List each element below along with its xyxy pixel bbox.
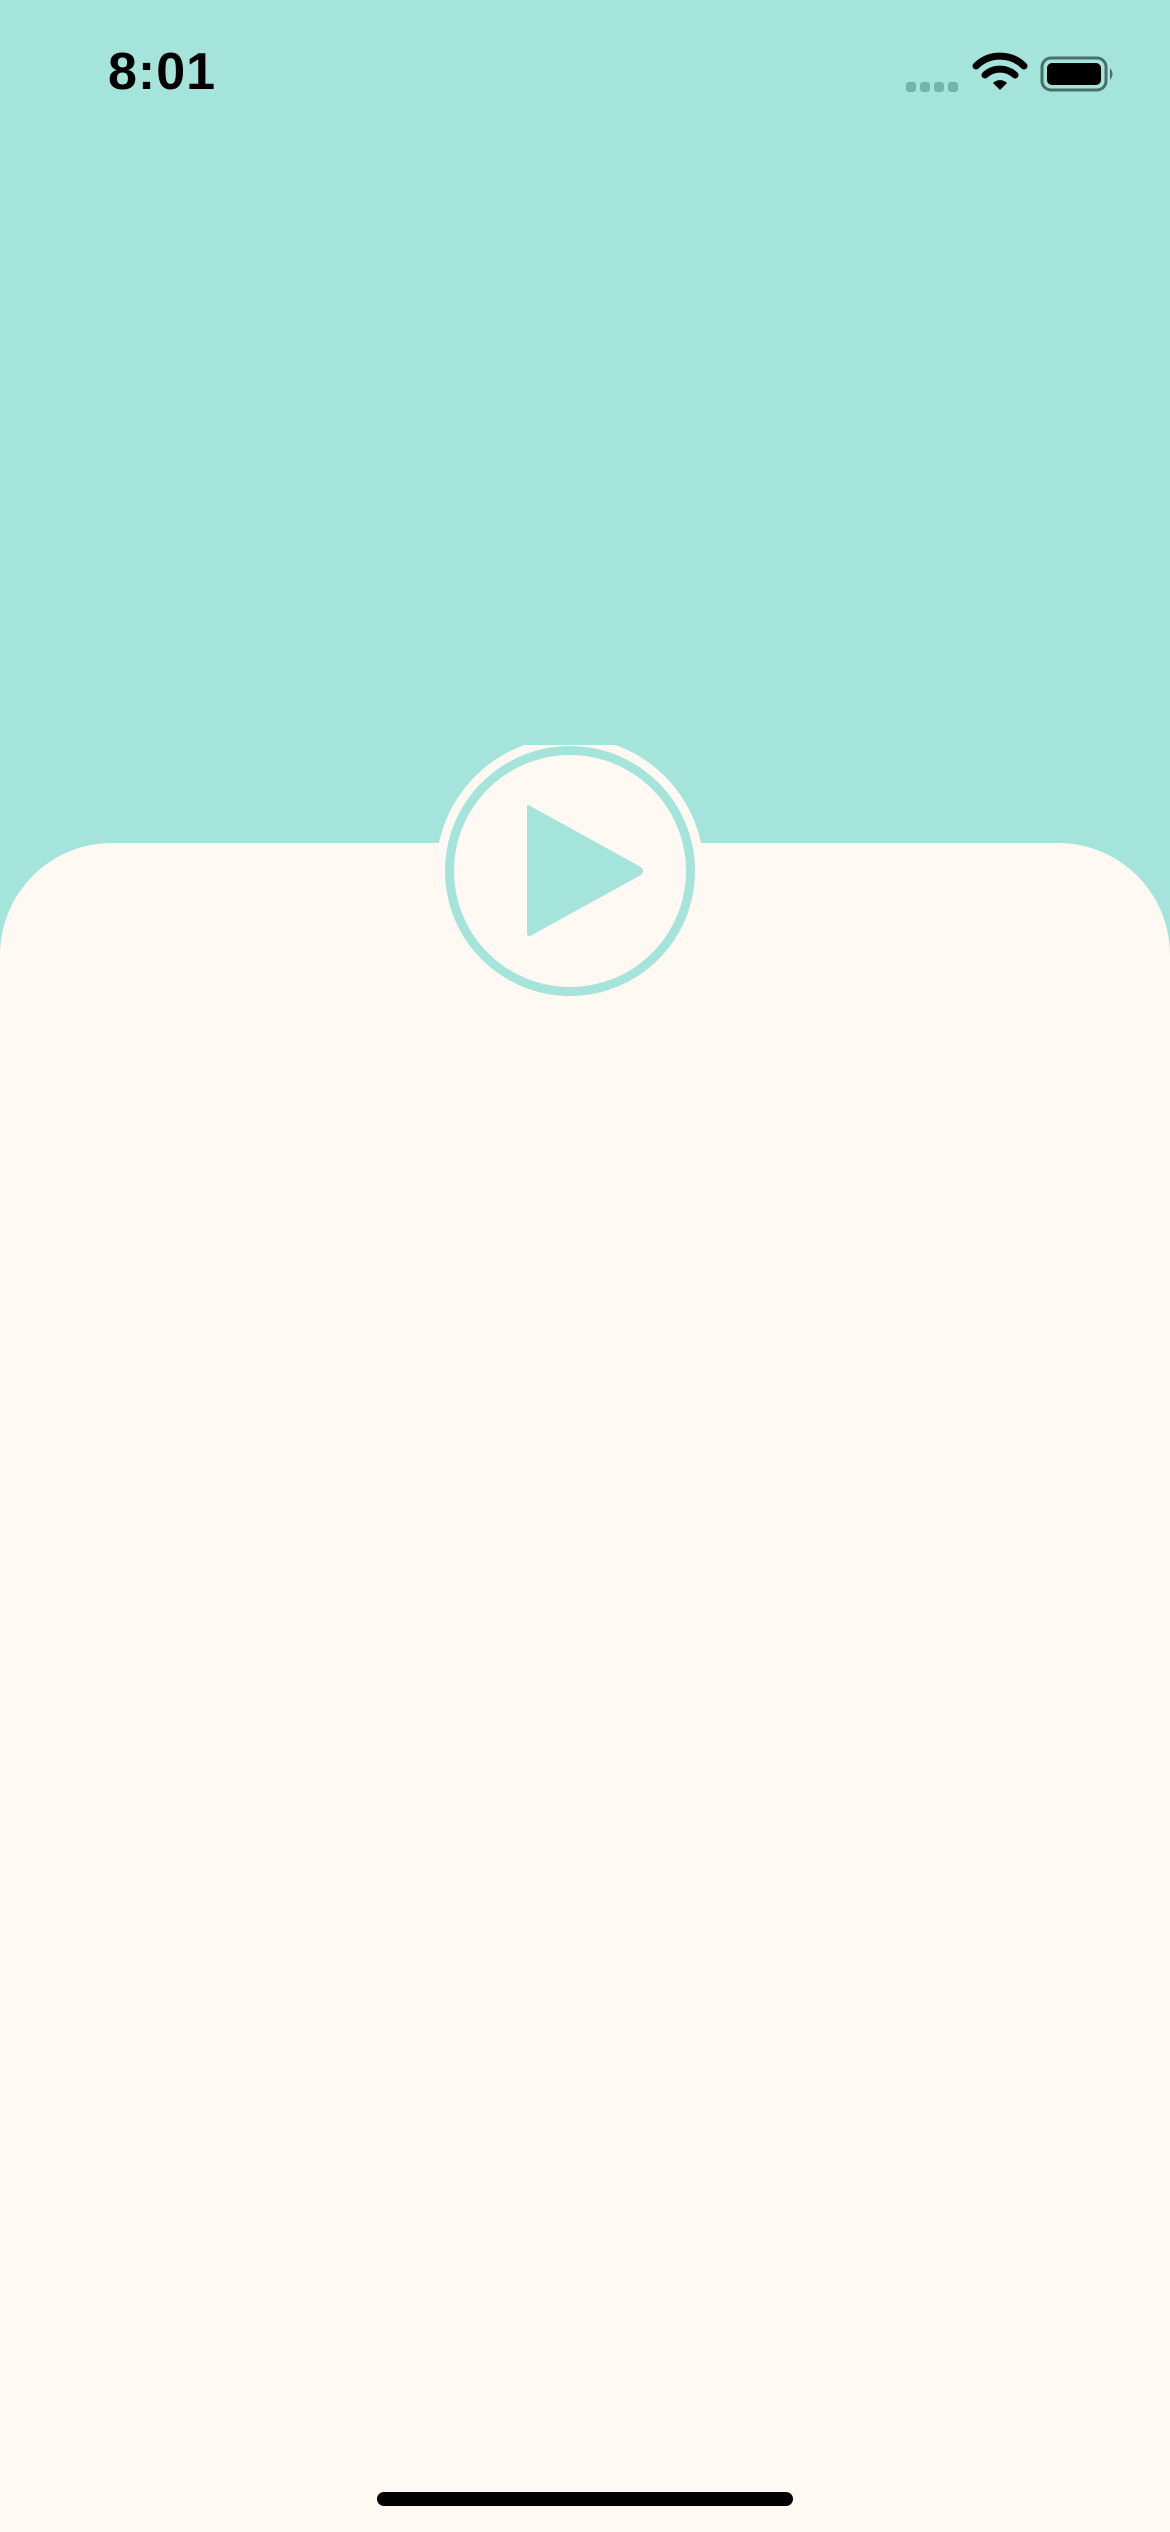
home-indicator[interactable] xyxy=(377,2492,793,2506)
bottom-sheet xyxy=(0,843,1170,2532)
status-time: 8:01 xyxy=(108,43,217,101)
status-bar: 8:01 xyxy=(0,0,1170,150)
app-screen: 8:01 xyxy=(0,0,1170,2532)
battery-icon xyxy=(1040,56,1113,92)
cellular-signal-icon xyxy=(906,82,958,92)
play-button[interactable] xyxy=(435,745,705,1005)
wifi-icon xyxy=(972,52,1028,90)
